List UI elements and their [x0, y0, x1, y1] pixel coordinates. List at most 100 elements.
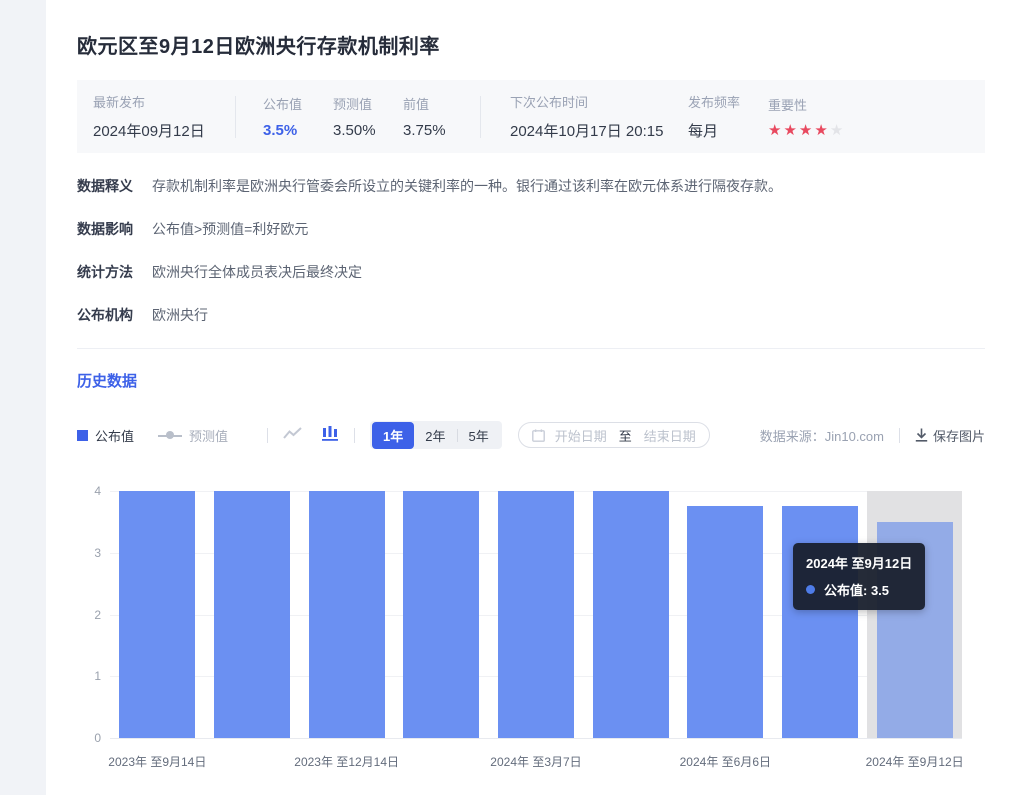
start-date-placeholder[interactable]: 开始日期	[555, 426, 607, 445]
controls-divider	[267, 428, 268, 443]
forecast-label: 预测值	[333, 94, 403, 113]
star-filled-icon: ★	[783, 123, 798, 138]
forecast-series-swatch	[158, 430, 182, 441]
bar-slot[interactable]	[394, 491, 489, 738]
previous-value: 3.75%	[403, 122, 480, 139]
info-label: 数据释义	[77, 176, 152, 196]
published-value-bar[interactable]	[309, 491, 385, 738]
controls-divider	[899, 428, 900, 443]
tooltip-entry: 公布值: 3.5	[806, 580, 912, 599]
series-dot-icon	[806, 585, 815, 594]
summary-divider	[480, 96, 481, 138]
published-value-bar[interactable]	[687, 506, 763, 738]
x-tick-label: 2023年 至9月14日	[108, 753, 206, 770]
y-tick-label: 2	[77, 608, 101, 622]
published-value-bar[interactable]	[214, 491, 290, 738]
summary-importance: 重要性 ★★★★★	[768, 95, 845, 138]
previous-label: 前值	[403, 94, 480, 113]
line-chart-icon	[283, 426, 303, 444]
summary-latest-release: 最新发布 2024年09月12日	[77, 92, 235, 141]
latest-release-value: 2024年09月12日	[93, 120, 235, 141]
bar-slot[interactable]	[583, 491, 678, 738]
x-tick-label: 2023年 至12月14日	[294, 753, 399, 770]
page-title: 欧元区至9月12日欧洲央行存款机制利率	[77, 30, 985, 59]
info-row-agency: 公布机构 欧洲央行	[77, 305, 985, 325]
tab-1year[interactable]: 1年	[372, 422, 414, 449]
date-range-separator: 至	[619, 426, 632, 445]
published-value-bar[interactable]	[498, 491, 574, 738]
latest-release-label: 最新发布	[93, 92, 235, 111]
bar-slot[interactable]	[205, 491, 300, 738]
summary-forecast: 预测值 3.50%	[333, 94, 403, 139]
published-value-bar[interactable]	[119, 491, 195, 738]
bar-slot[interactable]	[299, 491, 394, 738]
tab-2year[interactable]: 2年	[414, 422, 456, 449]
published-label: 公布值	[263, 94, 333, 113]
published-value-bar[interactable]	[403, 491, 479, 738]
legend-item-published[interactable]: 公布值	[77, 426, 134, 445]
bar-slot[interactable]	[110, 491, 205, 738]
chart-tooltip: 2024年 至9月12日 公布值: 3.5	[793, 543, 925, 610]
bar-slot[interactable]	[489, 491, 584, 738]
legend-item-forecast[interactable]: 预测值	[158, 426, 228, 445]
bar-chart-toggle[interactable]	[321, 426, 339, 444]
star-filled-icon: ★	[799, 123, 814, 138]
star-filled-icon: ★	[814, 123, 829, 138]
gridline	[110, 738, 962, 739]
legend-label: 预测值	[189, 426, 228, 445]
published-value-bar[interactable]	[593, 491, 669, 738]
info-row-impact: 数据影响 公布值>预测值=利好欧元	[77, 219, 985, 239]
end-date-placeholder[interactable]: 结束日期	[644, 426, 696, 445]
indicator-detail-panel: 欧元区至9月12日欧洲央行存款机制利率 最新发布 2024年09月12日 公布值…	[46, 0, 1015, 795]
tooltip-title: 2024年 至9月12日	[806, 553, 912, 572]
save-image-label: 保存图片	[933, 426, 985, 445]
frequency-value: 每月	[688, 120, 768, 141]
legend-label: 公布值	[95, 426, 134, 445]
line-chart-toggle[interactable]	[283, 426, 303, 444]
importance-stars: ★★★★★	[768, 123, 845, 138]
bar-slot[interactable]	[773, 491, 868, 738]
y-tick-label: 0	[77, 731, 101, 745]
data-source-text: 数据来源：Jin10.com	[760, 426, 884, 445]
calendar-icon	[532, 429, 545, 442]
star-filled-icon: ★	[768, 123, 783, 138]
info-row-definition: 数据释义 存款机制利率是欧洲央行管委会所设立的关键利率的一种。银行通过该利率在欧…	[77, 176, 985, 196]
star-empty-icon: ★	[830, 123, 845, 138]
tooltip-value: 公布值: 3.5	[824, 580, 889, 599]
page-left-gutter	[0, 0, 46, 795]
x-tick-label: 2024年 至3月7日	[490, 753, 581, 770]
published-series-swatch	[77, 430, 88, 441]
history-section-link[interactable]: 历史数据	[77, 370, 985, 391]
controls-divider	[354, 428, 355, 443]
published-value: 3.5%	[263, 122, 333, 139]
summary-previous: 前值 3.75%	[403, 94, 480, 139]
info-row-method: 统计方法 欧洲央行全体成员表决后最终决定	[77, 262, 985, 282]
x-tick-label: 2024年 至6月6日	[680, 753, 771, 770]
summary-divider	[235, 96, 236, 138]
frequency-label: 发布频率	[688, 92, 768, 111]
info-label: 统计方法	[77, 262, 152, 282]
bar-slot-highlighted[interactable]	[867, 491, 962, 738]
info-rows: 数据释义 存款机制利率是欧洲央行管委会所设立的关键利率的一种。银行通过该利率在欧…	[77, 176, 985, 325]
next-release-value: 2024年10月17日 20:15	[510, 120, 688, 141]
info-label: 公布机构	[77, 305, 152, 325]
forecast-value: 3.50%	[333, 122, 403, 139]
info-content: 存款机制利率是欧洲央行管委会所设立的关键利率的一种。银行通过该利率在欧元体系进行…	[152, 176, 782, 196]
info-content: 欧洲央行全体成员表决后最终决定	[152, 262, 362, 282]
tab-5year[interactable]: 5年	[458, 422, 500, 449]
y-tick-label: 4	[77, 484, 101, 498]
summary-next-release: 下次公布时间 2024年10月17日 20:15	[510, 92, 688, 141]
published-value-bar[interactable]	[782, 506, 858, 738]
save-image-button[interactable]: 保存图片	[915, 426, 985, 445]
y-tick-label: 3	[77, 546, 101, 560]
date-range-picker[interactable]: 开始日期 至 结束日期	[518, 422, 710, 448]
next-release-label: 下次公布时间	[510, 92, 688, 111]
history-bar-chart: 0 1 2 3 4 2023年 至9月14日 2023年 至12月14日 2024年 至3月…	[77, 470, 985, 770]
summary-published: 公布值 3.5%	[263, 94, 333, 139]
y-tick-label: 1	[77, 669, 101, 683]
range-tab-group: 1年 2年 5年	[370, 421, 502, 449]
info-label: 数据影响	[77, 219, 152, 239]
bar-slot[interactable]	[678, 491, 773, 738]
summary-bar: 最新发布 2024年09月12日 公布值 3.5% 预测值 3.50% 前值 3…	[77, 80, 985, 153]
section-divider	[77, 348, 985, 349]
